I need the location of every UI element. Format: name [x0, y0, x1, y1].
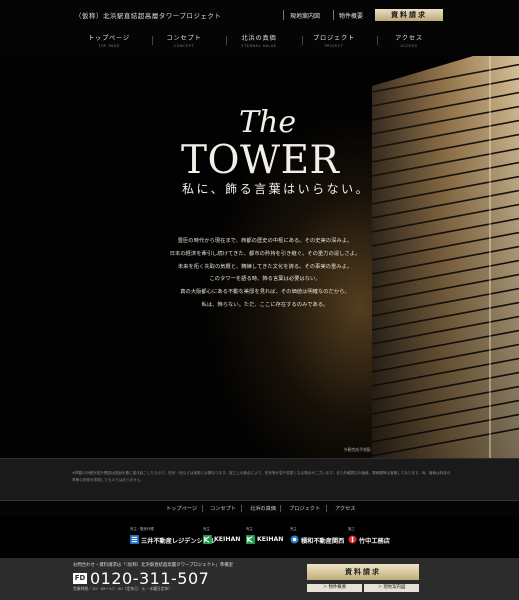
- nav-item-value[interactable]: 北浜の真価 ETERNAL VALUE: [216, 33, 302, 48]
- header-divider: [333, 10, 334, 20]
- header-divider: [283, 10, 284, 20]
- image-caption: 外観完成予想図: [344, 447, 371, 452]
- outline-button[interactable]: ＞ 物件概要: [307, 584, 362, 592]
- request-info-button-footer[interactable]: 資料請求: [307, 564, 419, 580]
- footer-nav-project[interactable]: プロジェクト: [289, 505, 320, 512]
- global-nav: トップページ TOP PAGE コンセプト CONCEPT 北浜の真価 ETER…: [0, 33, 519, 53]
- nav-sublabel: ACCESS: [400, 44, 418, 48]
- tower-image: [372, 56, 519, 458]
- nav-sublabel: ETERNAL VALUE: [241, 44, 277, 48]
- footer-nav-top[interactable]: トップページ: [166, 505, 197, 512]
- site-title[interactable]: （仮称）北浜駅直結超高層タワープロジェクト: [75, 11, 221, 20]
- company-role: 売主: [290, 527, 297, 531]
- hero-copy: 私に、飾る言葉はいらない。: [182, 182, 371, 196]
- takenaka-logo-icon: [348, 535, 357, 544]
- business-hours: 営業時間／10：00〜17：00（定休日：火・水曜日定休）: [73, 586, 173, 591]
- nav-sublabel: TOP PAGE: [98, 44, 120, 48]
- company-role: 売主・販売代理: [130, 527, 154, 531]
- company-role: 売主: [246, 527, 253, 531]
- mitsui-logo-icon: [130, 535, 139, 544]
- nav-item-access[interactable]: アクセス ACCESS: [366, 33, 452, 48]
- company-name: KEIHAN: [257, 536, 284, 543]
- keihan-logo-icon: [246, 535, 255, 544]
- footer-nav-access[interactable]: アクセス: [335, 505, 356, 512]
- nav-label: プロジェクト: [313, 35, 355, 42]
- footer-nav-divider: [326, 505, 327, 512]
- poem-line: 日本の経済を牽引し続けてきた、都市の矜持を引き継ぐ。その重力の逞しさよ。: [169, 250, 361, 257]
- footer-nav-value[interactable]: 北浜の真価: [250, 505, 276, 512]
- nav-item-concept[interactable]: コンセプト CONCEPT: [141, 33, 227, 48]
- poem-line: 未来を拓く先取の気概と、精練してきた文化を誇る。その事実の重みよ。: [177, 263, 353, 270]
- logo-tower: TOWER: [181, 138, 340, 183]
- nav-item-project[interactable]: プロジェクト PROJECT: [291, 33, 377, 48]
- company-name: 積和不動産関西: [301, 538, 345, 545]
- footer-nav-concept[interactable]: コンセプト: [210, 505, 236, 512]
- nav-label: アクセス: [395, 35, 423, 42]
- hero-visual: The TOWER 私に、飾る言葉はいらない。 豊臣の時代から現在まで、商都の歴…: [0, 56, 519, 458]
- footer-nav-divider: [241, 505, 242, 512]
- keihan-logo-icon: [203, 535, 212, 544]
- footer-nav-divider: [202, 505, 203, 512]
- footer-nav-divider: [280, 505, 281, 512]
- contact-note: お問合わせ・資料請求は「（仮称）北浜駅直結超高層タワープロジェクト」準備室: [73, 563, 233, 568]
- request-info-button[interactable]: 資料請求: [375, 9, 443, 21]
- poem-line: 豊臣の時代から現在まで、商都の歴史の中枢にある。その史実の深みよ。: [177, 238, 353, 244]
- nav-label: コンセプト: [166, 35, 202, 42]
- nav-label: 北浜の真価: [241, 35, 277, 42]
- poem-line: 真の大阪都心にある不動な美邸を見れば、その価値は明確なのだから。: [180, 289, 350, 296]
- poem-line: このタワーを語る時、飾る言葉は必要はない。: [209, 276, 321, 283]
- sekiwa-logo-icon: [290, 535, 299, 544]
- map-link[interactable]: 現地案内図: [290, 11, 320, 20]
- outline-link[interactable]: 物件概要: [339, 11, 363, 20]
- nav-sublabel: PROJECT: [324, 44, 344, 48]
- map-button[interactable]: ＞ 現地案内図: [364, 584, 419, 592]
- company-role: 施工: [348, 527, 355, 531]
- nav-item-top[interactable]: トップページ TOP PAGE: [66, 33, 152, 48]
- nav-label: トップページ: [88, 35, 130, 42]
- logo-the: The: [239, 105, 297, 140]
- disclaimer-text: ※掲載の外観完成予想図は図面を基に描き起こしたもので、形状・色などは実際とは異な…: [72, 471, 451, 482]
- poem-line: 私は、飾らない。ただ、ここに存在するのみである。: [201, 301, 329, 308]
- company-name: 竹中工務店: [359, 538, 390, 545]
- company-role: 売主: [203, 527, 210, 531]
- hero-poem: 豊臣の時代から現在まで、商都の歴史の中枢にある。その史実の深みよ。 日本の経済を…: [160, 235, 370, 312]
- nav-sublabel: CONCEPT: [173, 44, 195, 48]
- free-dial-icon: FD: [73, 573, 87, 584]
- company-name: KEIHAN: [214, 536, 241, 543]
